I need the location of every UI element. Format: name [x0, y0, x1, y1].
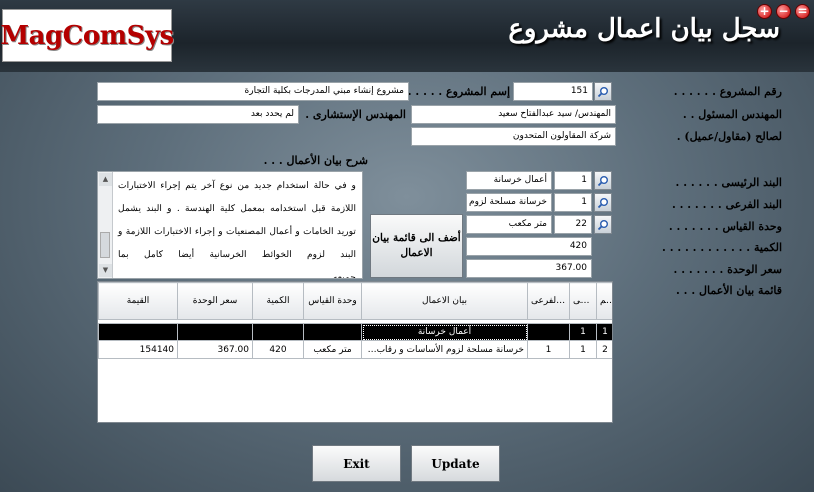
search-icon — [597, 219, 608, 230]
update-button[interactable]: Update — [411, 445, 500, 482]
col-main-item: البند الرئيسى — [569, 282, 597, 320]
cell-quantity — [252, 323, 304, 341]
logo: MagComSys — [0, 9, 174, 62]
consultant-label: المهندس الإستشارى . — [305, 108, 406, 121]
project-search-button[interactable] — [594, 82, 612, 101]
sub-item-name-field[interactable]: خرسانة مسلحة لزوم الأساسات و رقاب الأعمد… — [466, 193, 552, 212]
table-row[interactable]: 154140 367.00 420 متر مكعب خرسانة مسلحة … — [98, 340, 612, 359]
cell-no: 1 — [596, 323, 612, 341]
cell-unit — [303, 323, 362, 341]
col-sub-item: البند الفرعى — [527, 282, 570, 320]
search-icon — [597, 175, 608, 186]
work-list-label: قائمة بيان الأعمال . . . — [676, 284, 782, 297]
project-no-label: رقم المشروع . . . . . . — [673, 85, 782, 98]
work-items-grid[interactable]: القيمة سعر الوحدة الكمية وحدة القياس بيا… — [97, 281, 613, 423]
search-icon — [597, 86, 608, 97]
client-label: لصالح (مقاول/عميل) . — [676, 130, 782, 143]
main-item-code-field[interactable]: 1 — [554, 171, 592, 190]
project-name-label: إسم المشروع . . . . . . — [400, 85, 510, 98]
cell-main-item: 1 — [569, 323, 597, 341]
cell-sub-item: 1 — [527, 340, 570, 359]
cell-unit-price: 367.00 — [177, 340, 253, 359]
unit-price-field[interactable]: 367.00 — [466, 259, 592, 278]
col-description: بيان الاعمال — [361, 282, 528, 320]
cell-quantity: 420 — [252, 340, 304, 359]
quantity-field[interactable]: 420 — [466, 237, 592, 256]
col-no: رقم — [596, 282, 612, 320]
client-field[interactable]: شركة المقاولون المتحدون — [411, 127, 616, 146]
scroll-up-icon[interactable]: ▲ — [99, 173, 112, 186]
window-title: سجل بيان اعمال مشروع — [508, 14, 780, 44]
sub-item-code-field[interactable]: 1 — [554, 193, 592, 212]
minimize-button[interactable]: − — [776, 4, 791, 19]
consultant-field[interactable]: لم يحدد بعد — [97, 105, 299, 124]
cell-unit: متر مكعب — [303, 340, 362, 359]
cell-unit-price — [177, 323, 253, 341]
add-to-list-button[interactable]: أضف الى قائمة بيان الاعمال — [370, 214, 463, 278]
col-quantity: الكمية — [252, 282, 304, 320]
col-unit: وحدة القياس — [303, 282, 362, 320]
unit-price-label: سعر الوحدة . . . . . . . — [673, 263, 782, 276]
search-icon — [597, 197, 608, 208]
maximize-button[interactable]: = — [795, 4, 810, 19]
main-item-label: البند الرئيسى . . . . . . — [675, 176, 782, 189]
unit-search-button[interactable] — [594, 215, 612, 234]
scroll-thumb[interactable] — [100, 232, 110, 258]
close-button[interactable]: + — [757, 4, 772, 19]
col-unit-price: سعر الوحدة — [177, 282, 253, 320]
main-item-search-button[interactable] — [594, 171, 612, 190]
sub-item-label: البند الفرعى . . . . . . . — [671, 198, 782, 211]
exit-button[interactable]: Exit — [312, 445, 401, 482]
cell-sub-item — [527, 323, 570, 341]
unit-code-field[interactable]: 22 — [554, 215, 592, 234]
work-desc-label: شرح بيان الأعمال . . . — [263, 154, 368, 167]
cell-main-item: 1 — [569, 340, 597, 359]
main-item-name-field[interactable]: أعمال خرسانة — [466, 171, 552, 190]
cell-value: 154140 — [98, 340, 178, 359]
unit-name-field[interactable]: متر مكعب — [466, 215, 552, 234]
cell-no: 2 — [596, 340, 612, 359]
project-no-field[interactable]: 151 — [513, 82, 593, 101]
engineer-label: المهندس المسئول . . — [682, 108, 782, 121]
cell-description: أعمال خرسانة — [361, 323, 528, 341]
work-description-textarea[interactable]: و في حالة استخدام جديد من نوع آخر يتم إج… — [97, 171, 363, 279]
scroll-down-icon[interactable]: ▼ — [99, 264, 112, 277]
description-scrollbar[interactable]: ▲ ▼ — [98, 172, 113, 278]
project-name-field[interactable]: مشروع إنشاء مبني المدرجات بكلية التجارة — [97, 82, 409, 101]
sub-item-search-button[interactable] — [594, 193, 612, 212]
unit-label: وحدة القياس . . . . . . . — [668, 220, 782, 233]
col-value: القيمة — [98, 282, 178, 320]
quantity-label: الكمية . . . . . . . . . . . . — [662, 241, 782, 254]
table-row[interactable]: أعمال خرسانة 1 1 — [98, 323, 612, 341]
engineer-field[interactable]: المهندس/ سيد عبدالفتاح سعيد — [411, 105, 616, 124]
cell-value — [98, 323, 178, 341]
cell-description: خرسانة مسلحة لزوم الأساسات و رقاب ا... — [361, 340, 528, 359]
